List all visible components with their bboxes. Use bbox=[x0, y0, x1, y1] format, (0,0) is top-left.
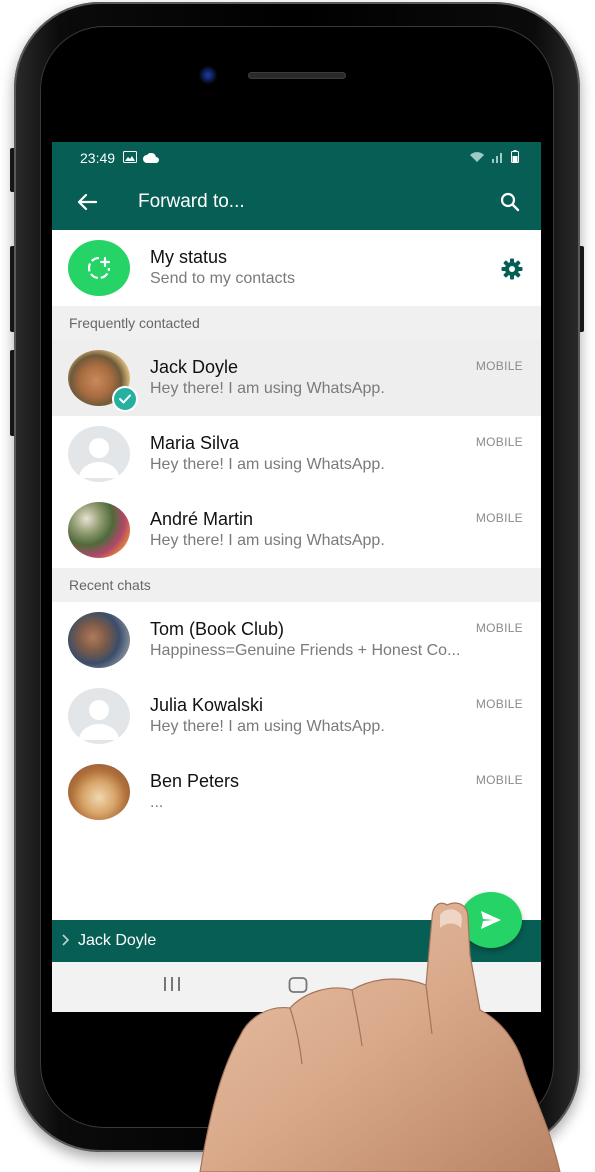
send-icon bbox=[481, 911, 501, 929]
contact-name: Maria Silva bbox=[150, 433, 240, 453]
contact-type-label: MOBILE bbox=[475, 359, 523, 373]
contact-name: Ben Peters bbox=[150, 771, 240, 791]
app-bar: Forward to... bbox=[52, 174, 541, 230]
contact-row-ben-peters[interactable]: Ben Peters ... MOBILE bbox=[52, 754, 541, 830]
cloud-notification-icon bbox=[143, 150, 160, 166]
search-icon[interactable] bbox=[497, 189, 523, 215]
contact-type-label: MOBILE bbox=[475, 435, 523, 449]
wifi-icon bbox=[469, 150, 485, 166]
front-camera bbox=[199, 66, 217, 84]
contact-status: Happiness=Genuine Friends + Honest Co... bbox=[150, 642, 461, 659]
default-avatar-icon bbox=[68, 688, 130, 744]
contact-type-label: MOBILE bbox=[475, 773, 523, 787]
section-header-recent: Recent chats bbox=[52, 568, 541, 602]
signal-icon bbox=[491, 150, 505, 166]
contact-name: Jack Doyle bbox=[150, 357, 239, 377]
status-bar: 23:49 bbox=[52, 142, 541, 174]
phone-screen: 23:49 Forward to... My status Send to my… bbox=[52, 142, 541, 1012]
contact-row-jack-doyle[interactable]: Jack Doyle Hey there! I am using WhatsAp… bbox=[52, 340, 541, 416]
contact-name: Tom (Book Club) bbox=[150, 619, 285, 639]
my-status-row[interactable]: My status Send to my contacts bbox=[52, 230, 541, 306]
chevron-right-icon bbox=[62, 933, 70, 949]
status-avatar bbox=[68, 240, 130, 296]
contact-type-label: MOBILE bbox=[475, 697, 523, 711]
contact-row-julia-kowalski[interactable]: Julia Kowalski Hey there! I am using Wha… bbox=[52, 678, 541, 754]
selected-contacts-text: Jack Doyle bbox=[78, 932, 157, 949]
page-title: Forward to... bbox=[138, 191, 245, 212]
earpiece-speaker bbox=[248, 72, 346, 79]
avatar bbox=[68, 612, 130, 668]
contact-status: Hey there! I am using WhatsApp. bbox=[150, 456, 385, 473]
system-nav-bar bbox=[52, 962, 541, 1012]
my-status-name: My status bbox=[150, 247, 228, 267]
send-button[interactable] bbox=[460, 892, 522, 948]
status-add-icon bbox=[87, 256, 111, 280]
avatar bbox=[68, 502, 130, 558]
contact-name: André Martin bbox=[150, 509, 254, 529]
selected-check-icon bbox=[112, 386, 138, 412]
avatar bbox=[68, 350, 138, 412]
home-icon[interactable] bbox=[288, 976, 308, 999]
status-time: 23:49 bbox=[80, 150, 116, 166]
contact-status: Hey there! I am using WhatsApp. bbox=[150, 380, 385, 397]
contact-type-label: MOBILE bbox=[475, 511, 523, 525]
battery-icon bbox=[511, 150, 519, 166]
contact-status: Hey there! I am using WhatsApp. bbox=[150, 532, 385, 549]
my-status-subtitle: Send to my contacts bbox=[150, 270, 295, 287]
gear-icon[interactable] bbox=[501, 258, 523, 285]
contact-row-maria-silva[interactable]: Maria Silva Hey there! I am using WhatsA… bbox=[52, 416, 541, 492]
recent-apps-icon[interactable] bbox=[162, 976, 182, 997]
default-avatar-icon bbox=[68, 426, 130, 482]
arrow-left-icon[interactable] bbox=[74, 189, 100, 215]
contact-status: ... bbox=[150, 794, 164, 811]
contact-name: Julia Kowalski bbox=[150, 695, 264, 715]
contact-type-label: MOBILE bbox=[475, 621, 523, 635]
contact-status: Hey there! I am using WhatsApp. bbox=[150, 718, 385, 735]
gallery-notification-icon bbox=[123, 150, 138, 166]
section-header-frequent: Frequently contacted bbox=[52, 306, 541, 340]
avatar bbox=[68, 764, 130, 820]
contact-row-tom-book-club[interactable]: Tom (Book Club) Happiness=Genuine Friend… bbox=[52, 602, 541, 678]
contact-row-andre-martin[interactable]: André Martin Hey there! I am using Whats… bbox=[52, 492, 541, 568]
